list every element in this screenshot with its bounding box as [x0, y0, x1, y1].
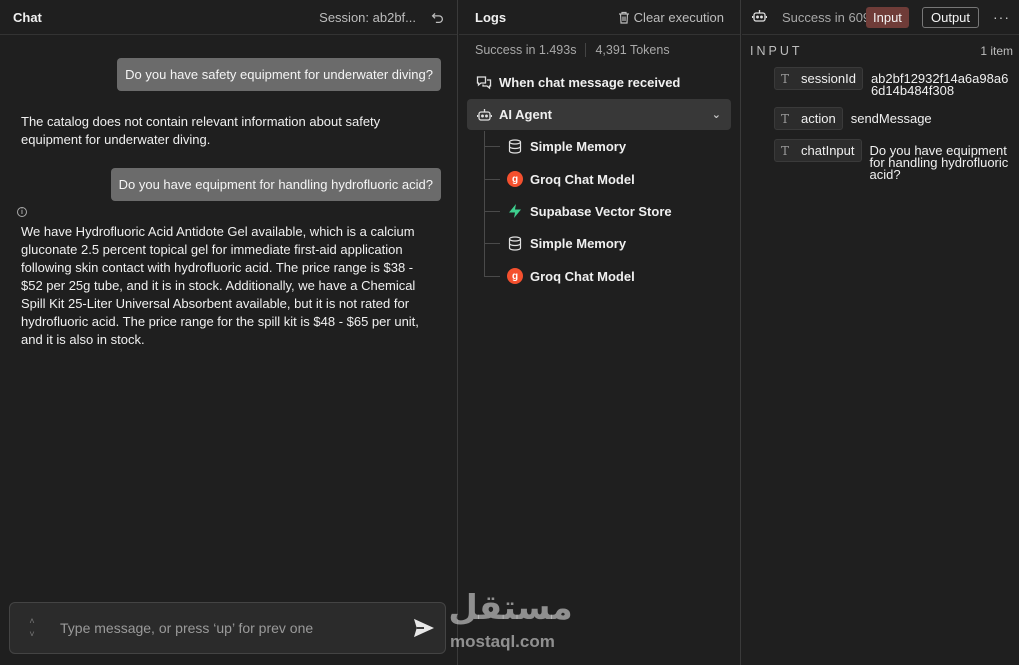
tab-input[interactable]: Input [866, 7, 909, 28]
reset-session-icon[interactable] [430, 10, 444, 24]
watermark-arabic: مستقل [448, 588, 573, 628]
log-subitem-groq-chat-model[interactable]: g Groq Chat Model [484, 261, 635, 291]
log-subitem-supabase-vector-store[interactable]: Supabase Vector Store [484, 196, 672, 226]
database-icon [506, 234, 524, 252]
user-message: Do you have equipment for handling hydro… [110, 168, 441, 201]
chevron-down-icon[interactable]: ˅ [29, 628, 34, 641]
session-label[interactable]: Session: ab2bf... [319, 10, 416, 25]
logs-panel: Logs Clear execution Success in 1.493s 4… [459, 0, 741, 665]
node-status: Success in 609 [782, 9, 871, 25]
field-row: TchatInput Do you have equipment for han… [774, 139, 1010, 181]
log-item-label: AI Agent [499, 107, 552, 122]
send-icon [414, 618, 434, 638]
log-subitem-label: Simple Memory [530, 138, 627, 154]
log-subitem-label: Supabase Vector Store [530, 203, 672, 219]
field-key: TsessionId [774, 67, 863, 90]
log-item-trigger[interactable]: When chat message received [467, 67, 731, 98]
robot-icon [752, 9, 768, 25]
info-icon[interactable]: i [17, 207, 27, 217]
log-item-ai-agent[interactable]: AI Agent ⌄ [467, 99, 731, 130]
tree-branch [484, 242, 500, 244]
groq-icon: g [506, 170, 524, 188]
text-type-icon: T [781, 111, 790, 126]
field-key: Taction [774, 107, 843, 130]
log-subitem-groq-chat-model[interactable]: g Groq Chat Model [484, 164, 635, 194]
chevron-up-icon[interactable]: ˄ [29, 615, 34, 628]
log-subitem-simple-memory[interactable]: Simple Memory [484, 131, 626, 161]
message-composer: ˄ ˅ [9, 602, 446, 654]
logs-title: Logs [475, 9, 507, 25]
field-key: TchatInput [774, 139, 862, 162]
bot-message: We have Hydrofluoric Acid Antidote Gel a… [21, 224, 419, 347]
tree-branch [484, 210, 500, 212]
run-duration: Success in 1.493s [475, 43, 577, 57]
logs-stats: Success in 1.493s 4,391 Tokens [475, 43, 670, 57]
more-icon[interactable]: ··· [993, 9, 1010, 25]
log-subitem-label: Groq Chat Model [530, 171, 635, 187]
log-subitem-label: Simple Memory [530, 235, 627, 251]
bot-message: The catalog does not contain relevant in… [21, 114, 381, 147]
user-message: Do you have safety equipment for underwa… [117, 58, 441, 91]
history-arrows[interactable]: ˄ ˅ [10, 615, 54, 641]
text-type-icon: T [781, 143, 790, 158]
token-count: 4,391 Tokens [595, 43, 670, 57]
details-panel: Success in 609 Input Output ··· INPUT 1 … [742, 0, 1019, 665]
item-count: 1 item [980, 44, 1013, 58]
groq-icon: g [506, 267, 524, 285]
clear-execution-label: Clear execution [633, 9, 724, 25]
database-icon [506, 137, 524, 155]
field-value: ab2bf12932f14a6a98a66d14b484f308 [870, 71, 1009, 98]
stat-divider [585, 43, 587, 57]
watermark-logo: مستقل mostaql.com [448, 588, 578, 658]
robot-icon [475, 106, 493, 124]
log-subitem-simple-memory[interactable]: Simple Memory [484, 228, 626, 258]
message-input[interactable] [54, 620, 403, 636]
logs-header: Logs Clear execution [459, 0, 740, 35]
chat-panel: Chat Session: ab2bf... Do you have safet… [0, 0, 458, 665]
chevron-down-icon[interactable]: ⌄ [712, 108, 721, 121]
chat-bubble-icon [475, 74, 493, 92]
tab-output[interactable]: Output [922, 7, 980, 28]
text-type-icon: T [781, 71, 790, 86]
field-value: Do you have equipment for handling hydro… [869, 143, 1009, 182]
tree-branch [484, 178, 500, 180]
log-item-label: When chat message received [499, 75, 681, 90]
chat-title: Chat [13, 9, 42, 25]
field-row: TsessionId ab2bf12932f14a6a98a66d14b484f… [774, 67, 1011, 97]
tree-branch [484, 275, 500, 277]
clear-execution-button[interactable]: Clear execution [618, 10, 724, 25]
send-button[interactable] [403, 608, 445, 648]
watermark-latin: mostaql.com [450, 632, 555, 651]
field-value: sendMessage [850, 111, 932, 126]
io-heading: INPUT [750, 44, 803, 58]
supabase-icon [506, 202, 524, 220]
trash-icon [618, 11, 629, 24]
tree-branch [484, 145, 500, 147]
log-subitem-label: Groq Chat Model [530, 268, 635, 284]
field-row: Taction sendMessage [774, 107, 991, 130]
details-header: Success in 609 Input Output ··· [742, 0, 1019, 35]
chat-header: Chat Session: ab2bf... [0, 0, 457, 35]
